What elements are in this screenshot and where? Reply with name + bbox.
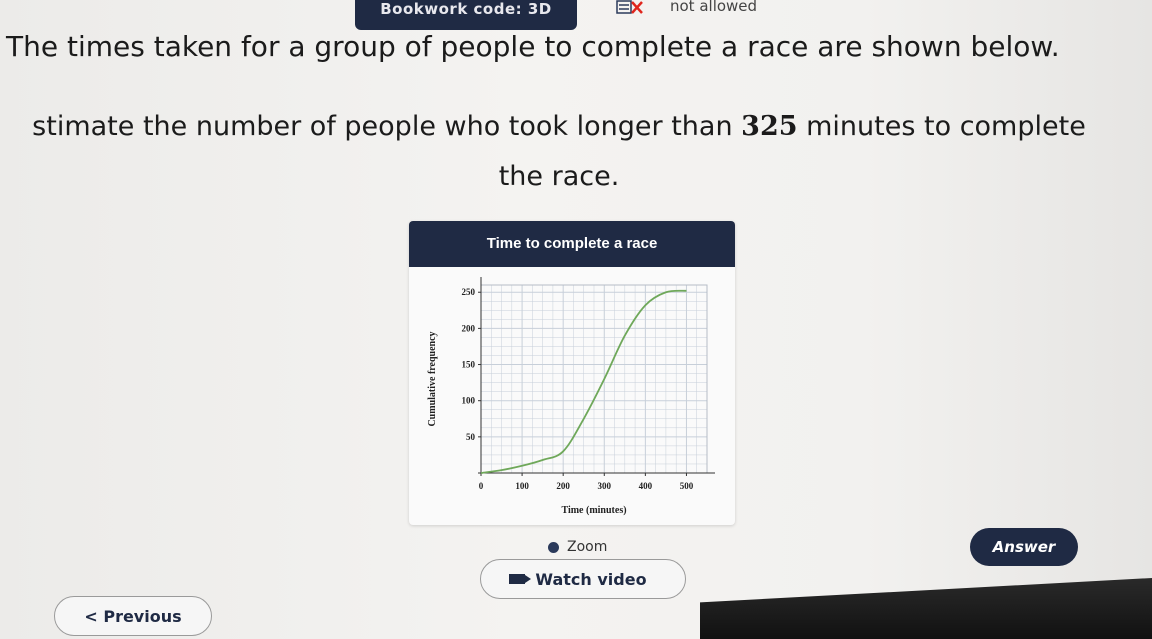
y-tick-label: 100 [462,396,476,406]
x-axis-label: Time (minutes) [561,505,626,516]
graph-card: Time to complete a race 0 100 200 300 400 500… [409,221,735,525]
x-tick-label: 300 [598,481,612,491]
x-tick-label: 0 [479,481,484,491]
bookwork-code-tab: Bookwork code: 3D [355,0,577,30]
zoom-label: Zoom [567,539,608,555]
question-line-2-start: stimate the number of people who took lo… [32,111,742,142]
question-line-3: the race. [498,161,620,192]
previous-button[interactable]: < Previous [54,596,212,636]
question-line-2-end: minutes to complete [797,111,1086,142]
zoom-button[interactable]: Zoom [548,539,607,555]
y-tick-label: 250 [462,287,476,297]
cumulative-frequency-chart: 0 100 200 300 400 500 50 100 150 200 250 Time (minu… [427,277,715,516]
question-text: stimate the number of people who took lo… [0,102,1124,202]
question-number: 325 [741,111,798,142]
zoom-icon [548,541,559,553]
question-line-2: stimate the number of people who took lo… [0,102,1124,152]
x-tick-label: 400 [639,481,653,491]
x-tick-label: 200 [556,481,570,491]
watch-video-button[interactable]: Watch video [480,559,686,599]
question-line-1: The times taken for a group of people to… [6,30,1060,63]
x-tick-label: 500 [680,481,694,491]
screen-bezel [700,578,1152,639]
calculator-status: not allowed [670,0,758,15]
y-axis-label: Cumulative frequency [427,331,438,426]
x-tick-label: 100 [515,481,529,491]
video-camera-icon [509,574,526,584]
y-tick-label: 150 [462,360,476,370]
y-tick-label: 50 [466,432,476,442]
watch-video-label: Watch video [535,569,647,589]
graph-title: Time to complete a race [409,221,735,267]
y-tick-label: 200 [462,323,476,333]
answer-button[interactable]: Answer [970,528,1078,566]
chart-grid [480,285,708,474]
calculator-not-allowed-icon [616,0,643,14]
